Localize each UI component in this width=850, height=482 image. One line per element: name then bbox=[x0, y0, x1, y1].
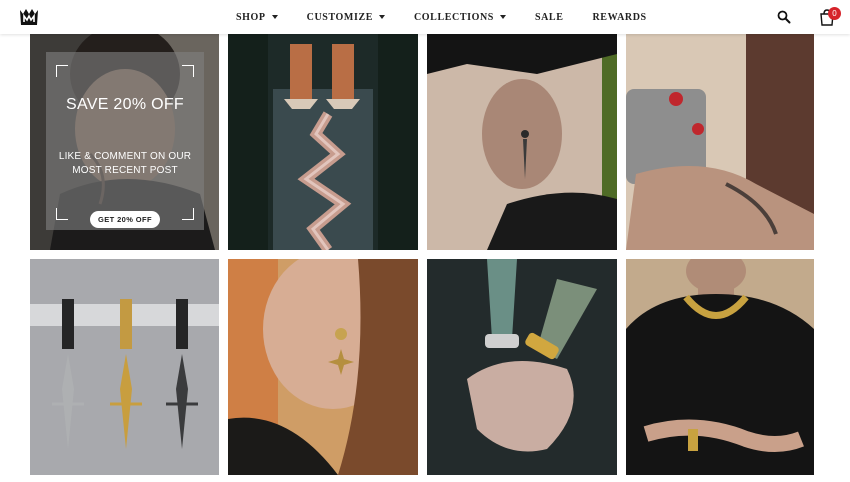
chevron-down-icon bbox=[499, 15, 506, 19]
dagger-earrings-image bbox=[30, 259, 219, 475]
frame-corner bbox=[182, 208, 194, 220]
main-navigation: SHOP CUSTOMIZE COLLECTIONS SALE REWARDS bbox=[236, 0, 676, 34]
hands-controller-image bbox=[626, 34, 814, 250]
frame-corner bbox=[182, 65, 194, 77]
gallery-tile-bracelets[interactable] bbox=[427, 259, 617, 475]
gallery-tile-temple[interactable] bbox=[228, 34, 418, 250]
nav-sale[interactable]: SALE bbox=[535, 12, 564, 23]
gallery-tile-dagger-earrings[interactable] bbox=[30, 259, 219, 475]
nav-shop[interactable]: SHOP bbox=[236, 12, 278, 23]
gallery-tile-controller[interactable] bbox=[626, 34, 814, 250]
site-header: SHOP CUSTOMIZE COLLECTIONS SALE REWARDS … bbox=[0, 0, 850, 34]
promo-subtitle: LIKE & COMMENT ON OUR MOST RECENT POST bbox=[58, 151, 192, 176]
chevron-down-icon bbox=[271, 15, 278, 19]
get-discount-button[interactable]: GET 20% OFF bbox=[90, 211, 160, 228]
gallery-tile-gold-chain[interactable] bbox=[626, 259, 814, 475]
chevron-down-icon bbox=[378, 15, 385, 19]
crown-m-logo-icon[interactable] bbox=[17, 5, 41, 29]
frame-corner bbox=[56, 208, 68, 220]
nav-collections[interactable]: COLLECTIONS bbox=[414, 12, 506, 23]
gallery-tile-star-earring[interactable] bbox=[228, 259, 418, 475]
cart-count-badge: 0 bbox=[828, 7, 841, 20]
man-dagger-earring-image bbox=[427, 34, 617, 250]
gallery-tile-earring-man[interactable] bbox=[427, 34, 617, 250]
promo-overlay: SAVE 20% OFF LIKE & COMMENT ON OUR MOST … bbox=[46, 52, 204, 230]
frame-corner bbox=[56, 65, 68, 77]
tattooed-wrists-image bbox=[427, 259, 617, 475]
man-gold-chain-image bbox=[626, 259, 814, 475]
temple-bridge-image bbox=[228, 34, 418, 250]
nav-rewards[interactable]: REWARDS bbox=[592, 12, 646, 23]
nav-customize[interactable]: CUSTOMIZE bbox=[307, 12, 385, 23]
woman-star-earring-image bbox=[228, 259, 418, 475]
promo-title: SAVE 20% OFF bbox=[65, 96, 184, 113]
search-icon[interactable] bbox=[777, 10, 791, 24]
